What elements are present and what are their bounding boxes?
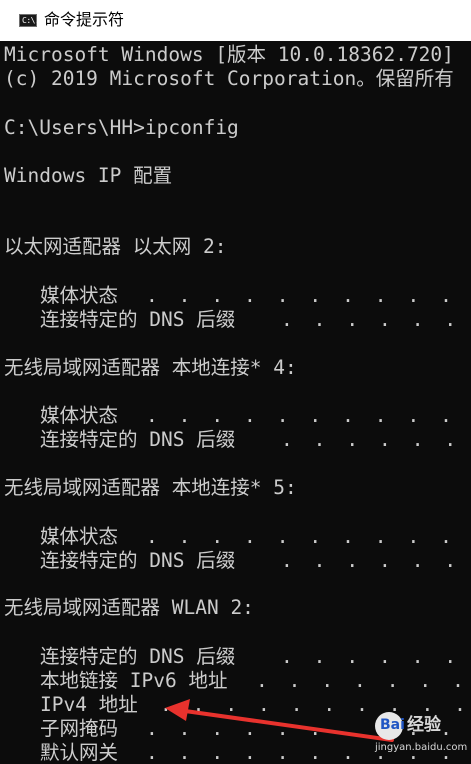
banner-version: Microsoft Windows [版本 10.0.18362.720] <box>4 43 454 66</box>
field-label: 连接特定的 DNS 后缀 <box>40 308 236 331</box>
field-label: 连接特定的 DNS 后缀 <box>40 549 236 572</box>
field-label: 连接特定的 DNS 后缀 <box>40 428 236 451</box>
field-dots: . . . . . . . . . . . . <box>146 525 457 548</box>
ip-config-heading: Windows IP 配置 <box>4 164 173 187</box>
field-dots: . . . . . . . . <box>281 549 461 572</box>
cmd-icon: C:\. <box>19 14 40 27</box>
field-label: 媒体状态 <box>40 525 119 548</box>
console-output[interactable]: Microsoft Windows [版本 10.0.18362.720] (c… <box>0 41 471 764</box>
adapter-title: 以太网适配器 以太网 2: <box>4 235 227 258</box>
window-titlebar[interactable]: C:\. 命令提示符 <box>0 0 471 41</box>
field-dots: . . . . . . . . . . . . <box>146 284 457 307</box>
field-dots: . . . . . . . . <box>281 428 461 451</box>
watermark-text: 经验 <box>407 715 441 735</box>
field-label: 子网掩码 <box>40 717 119 740</box>
watermark-url: jingyan.baidu.com <box>375 742 468 753</box>
banner-copyright: (c) 2019 Microsoft Corporation。保留所有 <box>4 67 454 90</box>
field-label: 连接特定的 DNS 后缀 <box>40 645 236 668</box>
field-label: 本地链接 IPv6 地址 <box>40 669 228 692</box>
adapter-title: 无线局域网适配器 本地连接* 5: <box>4 476 297 499</box>
baidu-watermark: Bai 经验 jingyan.baidu.com <box>375 712 468 758</box>
field-label: 媒体状态 <box>40 404 119 427</box>
cmd-icon-text: C:\. <box>22 16 40 25</box>
field-dots: . . . . . . . . <box>281 645 461 668</box>
field-label: 媒体状态 <box>40 284 119 307</box>
prompt-command: C:\Users\HH>ipconfig <box>4 116 239 139</box>
field-dots: . . . . . . . . <box>256 669 469 692</box>
field-dots: . . . . . . . . . . . . <box>146 404 457 427</box>
window-title: 命令提示符 <box>44 10 125 29</box>
adapter-title: 无线局域网适配器 WLAN 2: <box>4 596 254 619</box>
watermark-brand: Bai <box>380 717 405 733</box>
field-label-ipv4: IPv4 地址 <box>40 693 138 716</box>
paw-icon: Bai <box>375 712 405 740</box>
field-label: 默认网关 <box>40 741 119 764</box>
field-dots: . . . . . . . . <box>281 308 461 331</box>
adapter-title: 无线局域网适配器 本地连接* 4: <box>4 356 297 379</box>
